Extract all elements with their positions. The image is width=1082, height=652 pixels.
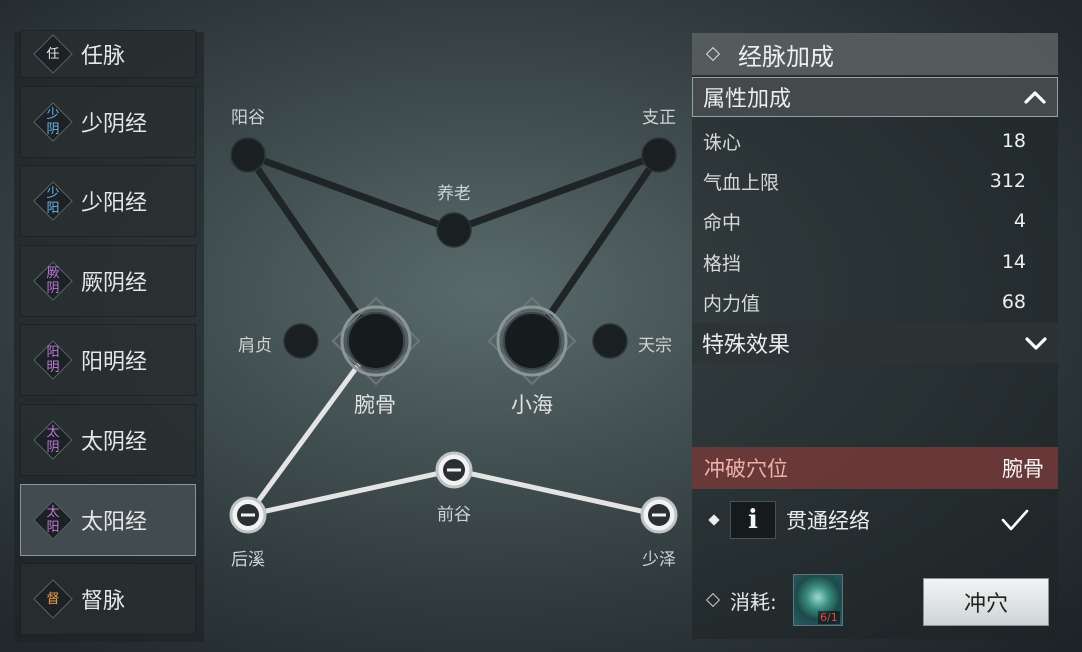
cost-label: 消耗: [730,589,777,614]
diamond-icon [705,592,721,608]
acupoint-label-jianzhen: 肩贞 [238,336,272,356]
acupoint-label-yanglao: 养老 [437,184,471,204]
break-acupoint-bar: 冲破穴位 腕骨 [692,447,1058,489]
acupoint-qiangu[interactable] [435,451,473,489]
attribute-row: 内力值 68 [692,282,1058,322]
meridian-bonus-panel: 经脉加成 属性加成 诛心 18 气血上限 312 命中 4 格挡 14 内力值 … [692,33,1058,639]
special-effect-section-title: 特殊效果 [702,333,791,358]
active-links [245,338,662,518]
acupoint-label-yanggu: 阳谷 [231,108,265,128]
diamond-icon [705,46,721,62]
attribute-name: 气血上限 [703,171,780,194]
acupoint-shaoze[interactable] [640,496,678,534]
break-acupoint-target: 腕骨 [1002,457,1044,481]
acupoint-xiaohai[interactable] [487,296,577,386]
attribute-value: 312 [989,170,1026,192]
special-effect-section-toggle[interactable]: 特殊效果 [692,323,1058,363]
attribute-name: 格挡 [703,252,742,275]
acupoint-tianzong[interactable] [592,323,628,359]
acupoint-wangu[interactable] [331,296,421,386]
attribute-name: 命中 [703,211,742,234]
acupoint-jianzhen[interactable] [283,323,319,359]
acupoint-zhizheng[interactable] [641,137,677,173]
attribute-value: 4 [1013,210,1026,232]
acupoint-label-xiaohai: 小海 [511,393,553,417]
cost-row: 消耗: 6/1 [692,573,843,627]
diamond-icon [708,514,720,526]
acupoint-yanglao[interactable] [436,212,472,248]
attribute-section-title: 属性加成 [703,87,792,112]
link-yanggu-yanglao [244,151,458,234]
attribute-value: 18 [1001,130,1026,152]
item-count: 6/1 [818,611,840,624]
link-qiangu-shaoze [451,467,662,518]
acupoint-label-zhizheng: 支正 [642,108,676,128]
attribute-value: 14 [1001,251,1026,273]
link-yanglao-zhizheng [450,151,663,234]
attribute-row: 诛心 18 [692,121,1058,161]
attribute-row: 气血上限 312 [692,161,1058,201]
acupoint-yanggu[interactable] [230,137,266,173]
attribute-row: 命中 4 [692,201,1058,241]
acupoint-label-houxi: 后溪 [231,550,265,570]
break-acupoint-button[interactable]: 冲穴 [923,578,1049,626]
break-acupoint-label: 冲破穴位 [704,457,788,481]
acupoint-label-shaoze: 少泽 [642,550,676,570]
checkmark-icon [1001,509,1029,531]
requirement-text: 贯通经络 [786,509,870,533]
attribute-section-toggle[interactable]: 属性加成 [692,77,1058,117]
attribute-name: 内力值 [703,292,761,315]
acupoint-label-wangu: 腕骨 [354,393,396,417]
acupoint-houxi[interactable] [229,496,267,534]
acupoint-label-tianzong: 天宗 [638,336,672,356]
requirement-row: i 贯通经络 [692,497,1058,543]
attribute-value: 68 [1001,291,1026,313]
chevron-up-icon [1024,91,1046,104]
jade-item-icon[interactable]: 6/1 [792,574,843,626]
info-icon[interactable]: i [730,501,776,539]
attribute-name: 诛心 [703,131,742,154]
panel-title: 经脉加成 [738,42,834,71]
attribute-row: 格挡 14 [692,242,1058,282]
panel-header: 经脉加成 [692,33,1058,75]
chevron-down-icon [1025,337,1047,350]
acupoint-label-qiangu: 前谷 [437,505,471,525]
